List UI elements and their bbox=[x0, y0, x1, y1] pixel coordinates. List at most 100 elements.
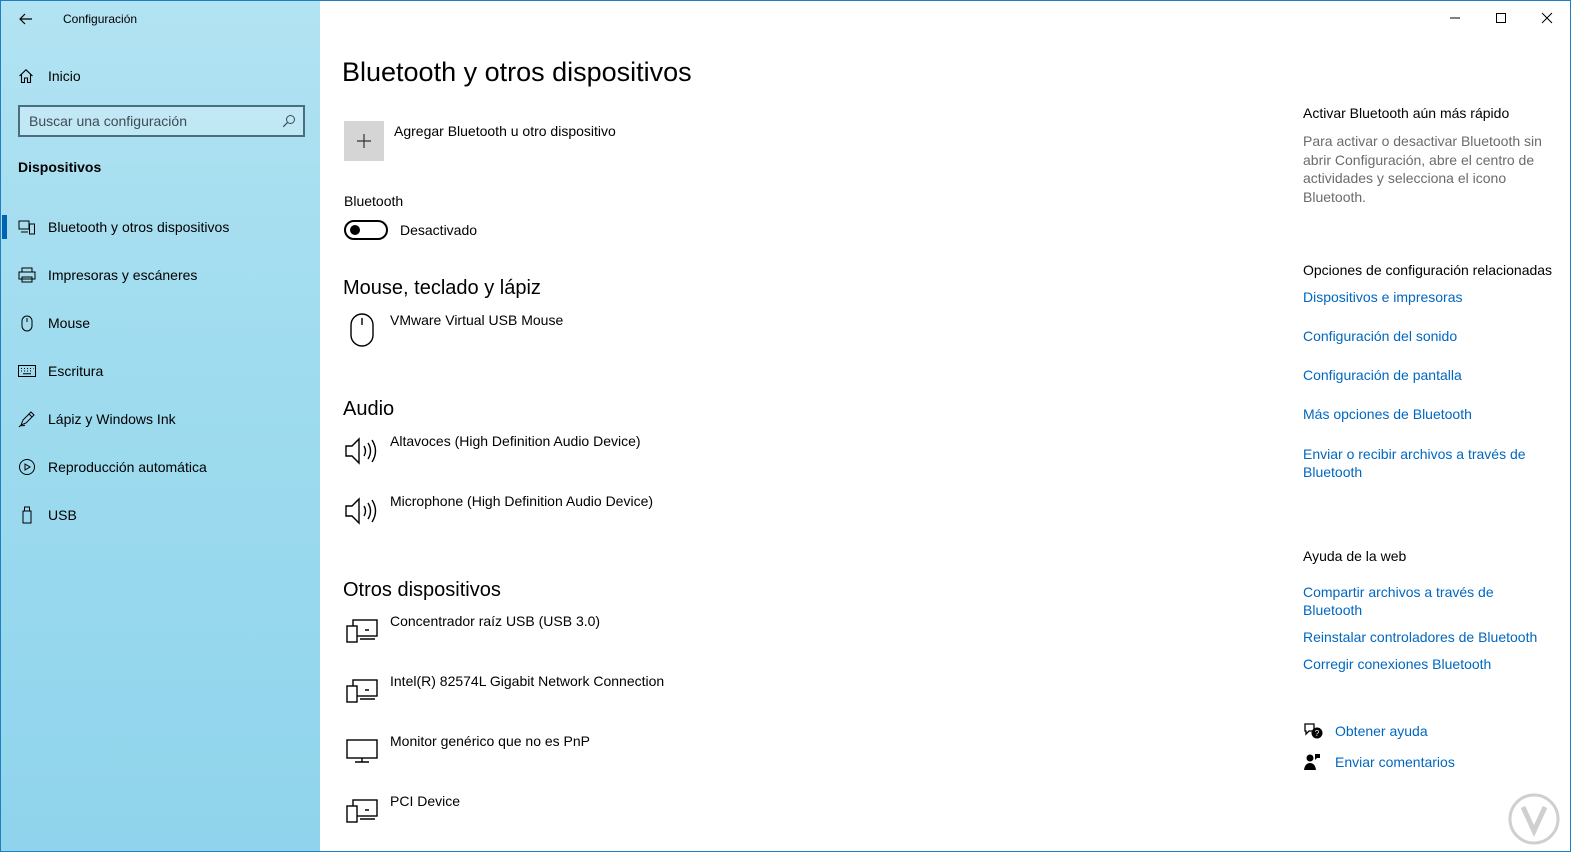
maximize-button[interactable] bbox=[1478, 1, 1524, 35]
sidebar-item-label: Bluetooth y otros dispositivos bbox=[48, 219, 230, 235]
back-arrow-icon bbox=[19, 13, 32, 25]
sidebar-item-label: USB bbox=[48, 507, 77, 523]
link-more-bluetooth-options[interactable]: Más opciones de Bluetooth bbox=[1303, 405, 1553, 423]
help-chat-icon: ? bbox=[1303, 720, 1325, 742]
send-feedback-link[interactable]: Enviar comentarios bbox=[1303, 751, 1553, 773]
quick-tip-title: Activar Bluetooth aún más rápido bbox=[1303, 105, 1510, 121]
pen-icon bbox=[18, 410, 36, 428]
sidebar-nav: Bluetooth y otros dispositivos Impresora… bbox=[1, 203, 321, 539]
maximize-icon bbox=[1496, 13, 1506, 23]
sidebar-section-title: Dispositivos bbox=[18, 159, 102, 175]
web-help-panel: Ayuda de la web Compartir archivos a tra… bbox=[1303, 547, 1553, 673]
sidebar-item-label: Escritura bbox=[48, 363, 104, 379]
sidebar-item-label: Mouse bbox=[48, 315, 91, 331]
device-item[interactable]: Concentrador raíz USB (USB 3.0) bbox=[344, 613, 600, 649]
bluetooth-toggle-row: Desactivado bbox=[344, 220, 477, 240]
link-reinstall-drivers[interactable]: Reinstalar controladores de Bluetooth bbox=[1303, 628, 1553, 646]
sidebar-item-bluetooth[interactable]: Bluetooth y otros dispositivos bbox=[1, 203, 321, 251]
device-item[interactable]: Altavoces (High Definition Audio Device) bbox=[344, 433, 641, 469]
related-settings-panel: Opciones de configuración relacionadas D… bbox=[1303, 261, 1553, 481]
link-sound-settings[interactable]: Configuración del sonido bbox=[1303, 327, 1553, 345]
add-device-button[interactable]: Agregar Bluetooth u otro dispositivo bbox=[344, 121, 616, 161]
group-title-other: Otros dispositivos bbox=[343, 579, 501, 601]
mouse-icon bbox=[344, 312, 380, 348]
link-display-settings[interactable]: Configuración de pantalla bbox=[1303, 366, 1553, 384]
sidebar-item-label: Impresoras y escáneres bbox=[48, 267, 198, 283]
send-feedback-label: Enviar comentarios bbox=[1335, 754, 1455, 770]
generic-device-icon bbox=[344, 793, 380, 829]
web-help-title: Ayuda de la web bbox=[1303, 548, 1407, 564]
sidebar-item-autoplay[interactable]: Reproducción automática bbox=[1, 443, 321, 491]
nav-home-label: Inicio bbox=[48, 68, 81, 84]
nav-home[interactable]: Inicio bbox=[1, 63, 321, 89]
minimize-icon bbox=[1450, 17, 1460, 19]
mouse-icon bbox=[18, 314, 36, 332]
related-settings-title: Opciones de configuración relacionadas bbox=[1303, 262, 1553, 278]
sidebar-item-typing[interactable]: Escritura bbox=[1, 347, 321, 395]
get-help-label: Obtener ayuda bbox=[1335, 723, 1428, 739]
home-icon bbox=[18, 68, 34, 84]
plus-icon bbox=[357, 134, 371, 148]
device-item[interactable]: Monitor genérico que no es PnP bbox=[344, 733, 590, 769]
monitor-icon bbox=[344, 733, 380, 769]
device-name: Intel(R) 82574L Gigabit Network Connecti… bbox=[390, 673, 665, 689]
watermark-logo-icon bbox=[1508, 793, 1560, 845]
add-device-label: Agregar Bluetooth u otro dispositivo bbox=[394, 123, 616, 139]
search-input[interactable] bbox=[29, 113, 275, 129]
support-panel: ? Obtener ayuda Enviar comentarios bbox=[1303, 720, 1553, 773]
close-icon bbox=[1541, 12, 1553, 24]
minimize-button[interactable] bbox=[1432, 1, 1478, 35]
search-icon[interactable] bbox=[275, 107, 303, 135]
window-controls bbox=[1432, 1, 1570, 35]
svg-text:?: ? bbox=[1315, 729, 1320, 738]
device-name: VMware Virtual USB Mouse bbox=[390, 312, 564, 328]
printer-icon bbox=[18, 266, 36, 284]
sidebar-item-pen[interactable]: Lápiz y Windows Ink bbox=[1, 395, 321, 443]
titlebar-left: Configuración bbox=[13, 7, 137, 31]
sidebar: Configuración Inicio Dispositivos Blueto… bbox=[0, 0, 320, 852]
generic-device-icon bbox=[344, 673, 380, 709]
device-name: Concentrador raíz USB (USB 3.0) bbox=[390, 613, 601, 629]
toggle-knob bbox=[350, 225, 360, 235]
device-item[interactable]: Microphone (High Definition Audio Device… bbox=[344, 493, 653, 529]
device-item[interactable]: PCI Device bbox=[344, 793, 460, 829]
page-title: Bluetooth y otros dispositivos bbox=[342, 57, 692, 87]
link-share-files[interactable]: Compartir archivos a través de Bluetooth bbox=[1303, 583, 1553, 619]
bluetooth-devices-icon bbox=[18, 218, 36, 236]
bluetooth-state: Desactivado bbox=[400, 222, 478, 238]
main-content: Bluetooth y otros dispositivos Agregar B… bbox=[320, 0, 1571, 852]
add-device-tile bbox=[344, 121, 384, 161]
group-title-input: Mouse, teclado y lápiz bbox=[343, 277, 541, 299]
sidebar-item-mouse[interactable]: Mouse bbox=[1, 299, 321, 347]
link-devices-printers[interactable]: Dispositivos e impresoras bbox=[1303, 288, 1553, 306]
sidebar-item-label: Lápiz y Windows Ink bbox=[48, 411, 176, 427]
speaker-icon bbox=[344, 493, 380, 529]
speaker-icon bbox=[344, 433, 380, 469]
bluetooth-toggle[interactable] bbox=[344, 220, 388, 240]
app-title: Configuración bbox=[63, 12, 138, 26]
back-button[interactable] bbox=[13, 7, 39, 31]
device-item[interactable]: VMware Virtual USB Mouse bbox=[344, 312, 563, 348]
bluetooth-label: Bluetooth bbox=[344, 193, 404, 209]
search-box bbox=[18, 105, 305, 137]
device-name: Altavoces (High Definition Audio Device) bbox=[390, 433, 641, 449]
sidebar-item-usb[interactable]: USB bbox=[1, 491, 321, 539]
device-item[interactable]: Intel(R) 82574L Gigabit Network Connecti… bbox=[344, 673, 664, 709]
keyboard-icon bbox=[18, 362, 36, 380]
get-help-link[interactable]: ? Obtener ayuda bbox=[1303, 720, 1553, 742]
device-name: Microphone (High Definition Audio Device… bbox=[390, 493, 654, 509]
link-send-receive-files[interactable]: Enviar o recibir archivos a través de Bl… bbox=[1303, 445, 1553, 481]
quick-tip-text: Para activar o desactivar Bluetooth sin … bbox=[1303, 133, 1542, 205]
device-name: Monitor genérico que no es PnP bbox=[390, 733, 591, 749]
sidebar-item-label: Reproducción automática bbox=[48, 459, 207, 475]
usb-icon bbox=[18, 506, 36, 524]
feedback-icon bbox=[1303, 751, 1325, 773]
sidebar-item-printers[interactable]: Impresoras y escáneres bbox=[1, 251, 321, 299]
autoplay-icon bbox=[18, 458, 36, 476]
group-title-audio: Audio bbox=[343, 398, 395, 420]
link-fix-connections[interactable]: Corregir conexiones Bluetooth bbox=[1303, 655, 1553, 673]
quick-tip-panel: Activar Bluetooth aún más rápido Para ac… bbox=[1303, 104, 1553, 206]
device-name: PCI Device bbox=[390, 793, 461, 809]
generic-device-icon bbox=[344, 613, 380, 649]
close-button[interactable] bbox=[1524, 1, 1570, 35]
